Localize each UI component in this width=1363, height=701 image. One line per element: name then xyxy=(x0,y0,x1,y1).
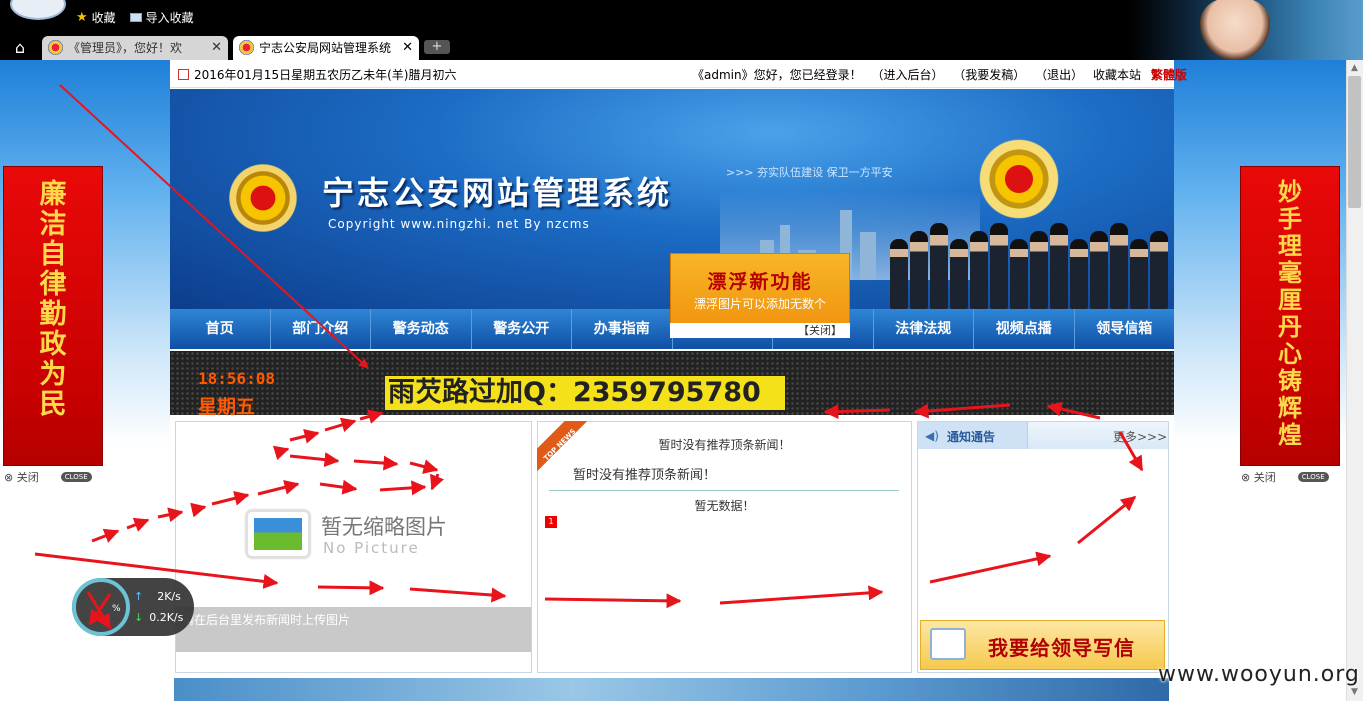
police-officer-figure xyxy=(1150,231,1168,309)
police-officer-figure xyxy=(1090,231,1108,309)
right-couplet-text: 妙手理毫厘 丹心铸辉煌 xyxy=(1240,178,1340,448)
no-data-text: 暂无数据！ xyxy=(694,499,755,513)
speaker-icon: ◀) xyxy=(925,429,939,443)
left-couplet-close-button[interactable]: ⊗ 关闭 xyxy=(4,469,39,485)
floating-ad-close-button[interactable]: 【关闭】 xyxy=(670,323,850,338)
police-officer-figure xyxy=(1070,239,1088,309)
top-news-panel xyxy=(537,421,912,673)
police-officer-figure xyxy=(1050,223,1068,309)
scrollbar-thumb[interactable] xyxy=(1348,76,1361,208)
nav-police-news[interactable]: 警务动态 xyxy=(371,309,472,349)
upload-speed: ↑ 2K/s xyxy=(134,590,181,603)
site-copyright: Copyright www.ningzhi. net By nzcms xyxy=(328,217,590,231)
left-couplet-close-row: ⊗ 关闭 CLOSE xyxy=(4,469,92,485)
date-text: 2016年01月15日星期五农历乙未年(羊)腊月初六 xyxy=(194,68,457,82)
tab-title: 《管理员》，您好！欢 xyxy=(68,41,183,55)
nav-laws[interactable]: 法律法规 xyxy=(874,309,974,349)
notice-title: 通知通告 xyxy=(947,430,996,444)
police-officer-figure xyxy=(1110,223,1128,309)
right-couplet-close-button[interactable]: ⊗ 关闭 xyxy=(1241,469,1276,485)
divider xyxy=(549,490,899,491)
police-officer-figure xyxy=(1130,239,1148,309)
bookmark-label: 导入收藏 xyxy=(145,10,194,25)
calendar-icon xyxy=(178,69,189,80)
download-arrow-icon: ↓ xyxy=(134,611,144,624)
bookmark-import[interactable]: 导入收藏 xyxy=(129,8,194,26)
traditional-chinese-link[interactable]: 繁體版 xyxy=(1151,68,1187,82)
letter-icon xyxy=(930,628,966,660)
police-emblem-icon xyxy=(225,158,301,238)
no-picture-icon xyxy=(246,510,310,558)
top-news-title: 暂时没有推荐顶条新闻！ xyxy=(658,438,791,452)
ticker-weekday: 星期五 xyxy=(198,396,256,418)
speed-dial-icon xyxy=(72,578,130,636)
nav-police-public[interactable]: 警务公开 xyxy=(472,309,572,349)
new-tab-button[interactable]: + xyxy=(424,40,450,54)
scroll-up-icon[interactable]: ▲ xyxy=(1346,60,1363,76)
star-icon: ★ xyxy=(76,9,88,25)
police-officer-figure xyxy=(1010,239,1028,309)
tab-admin[interactable]: 《管理员》，您好！欢 ✕ xyxy=(42,36,228,60)
list-number-badge: 1 xyxy=(545,516,557,528)
bookmark-site-link[interactable]: 收藏本站 xyxy=(1093,68,1141,82)
login-greeting: 《admin》您好，您已经登录！ xyxy=(692,68,862,82)
nav-home[interactable]: 首页 xyxy=(170,309,271,349)
right-couplet-chars: 妙手理毫厘 丹心铸辉煌 xyxy=(1278,177,1302,449)
bookmark-label: 收藏 xyxy=(91,10,116,25)
download-speed-value: 0.2K/s xyxy=(149,611,184,624)
logout-link[interactable]: （退出） xyxy=(1035,68,1083,82)
ticker-clock: 18:56:08 xyxy=(198,369,276,388)
police-squad-image xyxy=(880,200,1174,309)
police-favicon-icon xyxy=(239,40,254,55)
bottom-banner-strip xyxy=(174,678,1169,701)
floating-ad-subtitle: 漂浮图片可以添加无数个 xyxy=(693,297,826,311)
police-officer-figure xyxy=(950,239,968,309)
header-slogan: >>> 夯实队伍建设 保卫一方平安 xyxy=(726,166,893,179)
left-couplet-chars: 廉洁自律 勤政为民 xyxy=(39,179,67,420)
police-officer-figure xyxy=(910,231,928,309)
tab-close-icon[interactable]: ✕ xyxy=(402,36,413,60)
bookmarks-bar: ★ 收藏 导入收藏 xyxy=(76,8,194,26)
police-officer-figure xyxy=(970,231,988,309)
submit-article-link[interactable]: （我要发稿） xyxy=(953,68,1025,82)
notice-more-link[interactable]: 更多>>> xyxy=(1113,428,1167,445)
site-title: 宁志公安网站管理系统 xyxy=(322,174,673,212)
tab-close-icon[interactable]: ✕ xyxy=(211,36,222,60)
folder-icon xyxy=(129,12,142,22)
login-status: 《admin》您好，您已经登录！ （进入后台） （我要发稿） （退出） 收藏本站… xyxy=(692,62,1193,88)
speed-percent: % xyxy=(112,604,121,614)
skin-portrait-image xyxy=(1200,0,1270,60)
download-speed: ↓ 0.2K/s xyxy=(134,611,183,624)
police-officer-figure xyxy=(930,223,948,309)
right-couplet-close-row: ⊗ 关闭 CLOSE xyxy=(1241,469,1329,485)
wooyun-watermark: www.wooyun.org xyxy=(1158,662,1360,687)
injected-spam-text: 雨芡路过加Q：2359795780 xyxy=(385,376,785,410)
bookmark-favorites[interactable]: ★ 收藏 xyxy=(76,8,116,26)
police-officer-figure xyxy=(990,223,1008,309)
date-line: 2016年01月15日星期五农历乙未年(羊)腊月初六 xyxy=(178,62,456,88)
upload-arrow-icon: ↑ xyxy=(134,590,144,603)
nav-video[interactable]: 视频点播 xyxy=(974,309,1075,349)
no-picture-en-text: No Picture xyxy=(323,539,420,557)
police-officer-figure xyxy=(1030,231,1048,309)
top-news-subtitle: 暂时没有推荐顶条新闻！ xyxy=(573,468,717,483)
nav-leader-mailbox[interactable]: 领导信箱 xyxy=(1075,309,1175,349)
no-picture-text: 暂无缩略图片 xyxy=(321,515,447,539)
upload-speed-value: 2K/s xyxy=(157,590,181,603)
photo-caption[interactable]: 请在后台里发布新闻时上传图片 xyxy=(182,611,350,628)
nav-service-guide[interactable]: 办事指南 xyxy=(572,309,673,349)
police-favicon-icon xyxy=(48,40,63,55)
left-couplet-close-badge[interactable]: CLOSE xyxy=(60,472,92,482)
right-couplet-close-badge[interactable]: CLOSE xyxy=(1297,472,1329,482)
tab-ningzhi[interactable]: 宁志公安局网站管理系统 ✕ xyxy=(233,36,419,60)
enter-admin-link[interactable]: （进入后台） xyxy=(871,68,943,82)
police-officer-figure xyxy=(890,239,908,309)
floating-ad-title: 漂浮新功能 xyxy=(707,271,813,293)
tab-title: 宁志公安局网站管理系统 xyxy=(259,41,392,55)
left-couplet-text: 廉洁自律 勤政为民 xyxy=(3,180,103,420)
home-icon[interactable]: ⌂ xyxy=(8,38,32,58)
nav-departments[interactable]: 部门介绍 xyxy=(271,309,371,349)
write-to-leader-label: 我要给领导写信 xyxy=(988,636,1135,660)
